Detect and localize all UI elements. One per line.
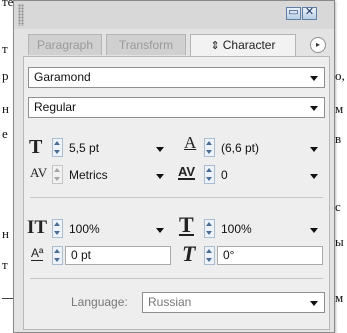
dropdown-arrow-icon[interactable] bbox=[156, 174, 164, 179]
triangle-right-icon: ▸ bbox=[315, 40, 320, 49]
doc-text-fragment: т bbox=[2, 257, 8, 272]
vertical-scale-stepper[interactable] bbox=[52, 219, 63, 238]
skew-value: 0° bbox=[223, 248, 235, 262]
baseline-shift-icon: Aª bbox=[31, 246, 44, 261]
doc-text-fragment: н bbox=[2, 101, 9, 116]
tab-label: Character bbox=[222, 38, 276, 52]
dropdown-arrow-icon[interactable] bbox=[310, 147, 318, 152]
horizontal-scale-icon: T bbox=[179, 212, 194, 237]
font-style-select[interactable]: Regular bbox=[28, 97, 325, 118]
character-panel-content: Garamond Regular T 5,5 pt A (6,6 pt) AV … bbox=[23, 56, 330, 330]
horizontal-scale-stepper[interactable] bbox=[204, 219, 215, 238]
leading-icon: A bbox=[184, 133, 197, 152]
panel-titlebar[interactable]: ▭ ✕ bbox=[14, 1, 334, 29]
font-family-select[interactable]: Garamond bbox=[28, 67, 325, 88]
kerning-icon: AV bbox=[30, 165, 48, 180]
language-label: Language: bbox=[71, 295, 128, 309]
dropdown-arrow-icon[interactable] bbox=[310, 174, 318, 179]
font-size-icon: T bbox=[29, 136, 43, 158]
doc-text-fragment: т bbox=[2, 41, 8, 56]
baseline-shift-input[interactable]: 0 pt bbox=[65, 246, 171, 265]
dropdown-arrow-icon[interactable] bbox=[310, 301, 318, 306]
panel-menu-button[interactable]: ▸ bbox=[310, 37, 326, 53]
doc-text-fragment: е bbox=[2, 126, 8, 141]
close-icon: ✕ bbox=[304, 6, 315, 18]
font-size-stepper[interactable] bbox=[52, 138, 63, 157]
vertical-scale-value[interactable]: 100% bbox=[69, 222, 100, 236]
doc-text-fragment: ы bbox=[335, 234, 344, 249]
vertical-scale-icon: IT bbox=[27, 217, 48, 238]
doc-text-fragment: м bbox=[335, 101, 344, 116]
tab-transform[interactable]: Transform bbox=[106, 34, 186, 55]
drag-gripper-icon[interactable] bbox=[18, 4, 24, 26]
language-select[interactable]: Russian bbox=[142, 292, 325, 313]
doc-text-fragment: р bbox=[2, 68, 9, 83]
panel-tabs: Paragraph Transform ⇕ Character ▸ bbox=[28, 34, 328, 56]
doc-text-fragment: о, bbox=[335, 68, 345, 83]
tab-character[interactable]: ⇕ Character bbox=[190, 34, 296, 56]
doc-text-fragment: в bbox=[335, 131, 342, 146]
baseline-shift-stepper[interactable] bbox=[52, 246, 63, 265]
dropdown-arrow-icon[interactable] bbox=[310, 228, 318, 233]
doc-text-fragment: н bbox=[2, 226, 9, 241]
updown-arrows-icon: ⇕ bbox=[210, 40, 220, 52]
tab-label: Transform bbox=[118, 38, 174, 52]
tab-label: Paragraph bbox=[36, 38, 94, 52]
skew-input[interactable]: 0° bbox=[217, 246, 323, 265]
tracking-icon: AV bbox=[178, 164, 196, 180]
minimize-icon: ▭ bbox=[288, 6, 299, 18]
font-size-value[interactable]: 5,5 pt bbox=[69, 141, 99, 155]
kerning-value[interactable]: Metrics bbox=[69, 168, 108, 182]
font-style-value: Regular bbox=[34, 100, 77, 114]
section-divider bbox=[30, 197, 323, 198]
dropdown-arrow-icon[interactable] bbox=[310, 106, 318, 111]
tracking-value[interactable]: 0 bbox=[221, 168, 228, 182]
leading-value[interactable]: (6,6 pt) bbox=[221, 141, 259, 155]
tracking-stepper[interactable] bbox=[204, 165, 215, 184]
language-value: Russian bbox=[148, 295, 192, 309]
doc-text-fragment: м bbox=[335, 290, 344, 305]
skew-icon: T bbox=[182, 241, 196, 266]
dropdown-arrow-icon[interactable] bbox=[156, 228, 164, 233]
character-panel: ▭ ✕ Paragraph Transform ⇕ Character ▸ Gar… bbox=[13, 0, 335, 333]
horizontal-scale-value[interactable]: 100% bbox=[221, 222, 252, 236]
section-divider bbox=[30, 278, 323, 279]
skew-stepper[interactable] bbox=[204, 246, 215, 265]
leading-stepper[interactable] bbox=[204, 138, 215, 157]
dropdown-arrow-icon[interactable] bbox=[310, 76, 318, 81]
baseline-shift-value: 0 pt bbox=[71, 248, 92, 262]
close-button[interactable]: ✕ bbox=[302, 6, 317, 20]
tab-paragraph[interactable]: Paragraph bbox=[28, 34, 102, 55]
dropdown-arrow-icon[interactable] bbox=[156, 147, 164, 152]
font-family-value: Garamond bbox=[34, 70, 91, 84]
kerning-stepper[interactable] bbox=[52, 165, 63, 184]
minimize-button[interactable]: ▭ bbox=[286, 6, 301, 20]
doc-text-fragment: с bbox=[335, 199, 341, 214]
